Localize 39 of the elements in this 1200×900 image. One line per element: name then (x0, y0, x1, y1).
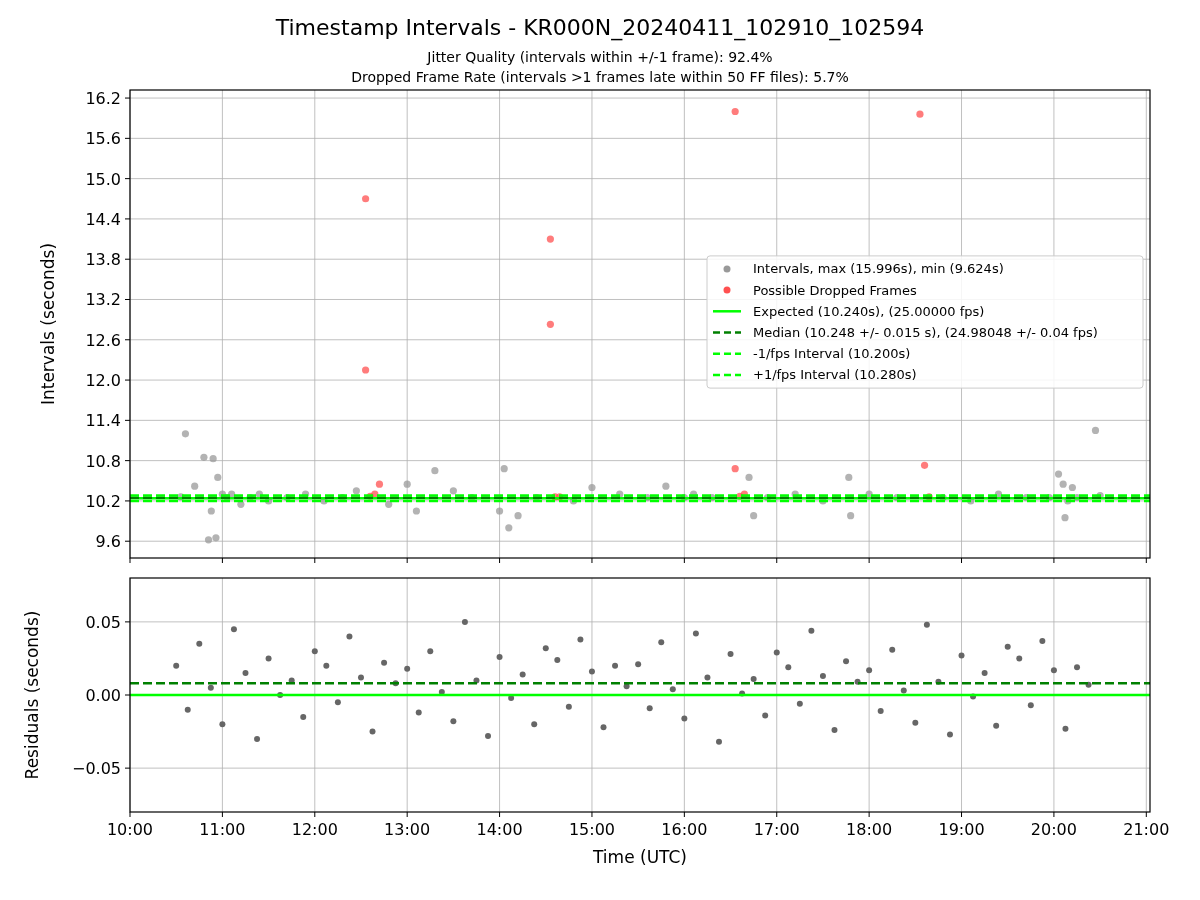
tick-label: 12:00 (291, 820, 338, 839)
tick-label: 21:00 (1123, 820, 1170, 839)
tick-label: 18:00 (846, 820, 893, 839)
legend-label: Median (10.248 +/- 0.015 s), (24.98048 +/- 0.04 fps) (753, 325, 1098, 340)
tick-label: 15:00 (568, 820, 615, 839)
legend-label: Possible Dropped Frames (753, 282, 917, 298)
tick-label: 17:00 (753, 820, 800, 839)
chart-subtitle: Jitter Quality (intervals within +/-1 frame): 92.4% (427, 48, 773, 67)
axis-label: Residuals (seconds) (22, 610, 42, 780)
tick-label: 15.6 (85, 129, 121, 149)
tick-label: 11:00 (199, 820, 246, 839)
tick-label: 13.8 (85, 250, 121, 270)
tick-label: 13.2 (85, 290, 121, 310)
tick-label: 10.2 (85, 491, 121, 511)
tick-label: 10:00 (106, 820, 154, 839)
chart-title: Timestamp Intervals - KR000N_20240411_102910_102594 (275, 15, 925, 41)
tick-label: 9.6 (95, 532, 121, 552)
tick-label: 14:00 (476, 820, 523, 839)
axis-label: Time (UTC) (593, 847, 687, 867)
tick-label: 12.6 (85, 330, 121, 350)
tick-label: 12.0 (85, 371, 121, 391)
legend-label: +1/fps Interval (10.280s) (753, 367, 917, 383)
tick-label: 11.4 (85, 411, 121, 431)
tick-label: 14.4 (85, 209, 121, 229)
tick-label: −0.05 (71, 759, 121, 779)
tick-label: 16.2 (85, 89, 121, 109)
tick-label: 0.05 (85, 612, 121, 632)
tick-label: 0.00 (85, 686, 121, 705)
tick-label: 16:00 (661, 820, 708, 839)
tick-label: 20:00 (1030, 820, 1077, 839)
chart-subtitle: Dropped Frame Rate (intervals >1 frames late within 50 FF files): 5.7% (351, 68, 849, 87)
tick-label: 15.0 (85, 169, 121, 189)
axis-label: Intervals (seconds) (38, 242, 58, 406)
legend-label: Intervals, max (15.996s), min (9.624s) (753, 261, 1004, 277)
tick-label: 19:00 (938, 820, 985, 839)
tick-label: 10.8 (85, 451, 121, 471)
legend-label: -1/fps Interval (10.200s) (753, 346, 911, 362)
legend-label: Expected (10.240s), (25.00000 fps) (753, 303, 985, 319)
tick-label: 13:00 (384, 820, 431, 839)
